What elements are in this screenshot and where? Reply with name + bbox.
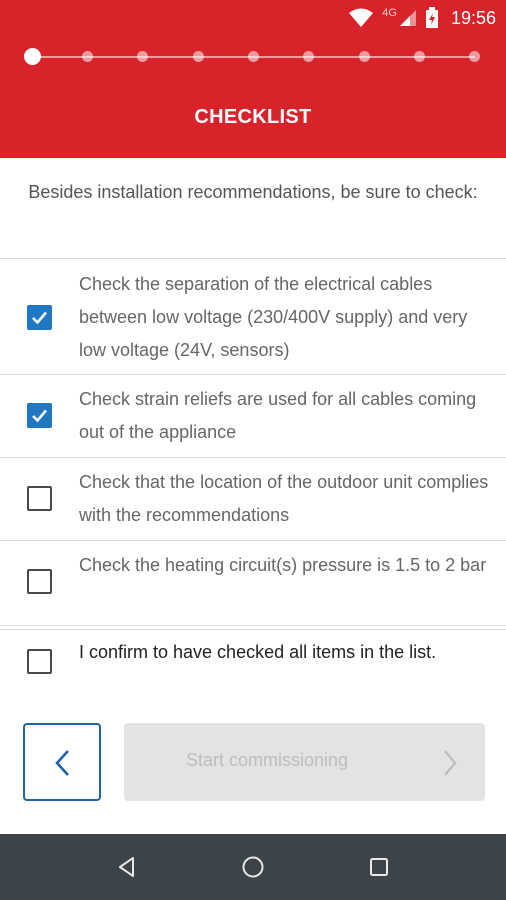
checklist-item[interactable]: Check strain reliefs are used for all ca… xyxy=(0,375,506,457)
checklist-item[interactable]: Check the heating circuit(s) pressure is… xyxy=(0,541,506,623)
app-header: 4G 19:56 CHECKLIST xyxy=(0,0,506,158)
checklist-item-label: Check the separation of the electrical c… xyxy=(79,274,468,360)
wifi-icon xyxy=(349,8,374,27)
step-dot xyxy=(469,51,480,62)
page-title: CHECKLIST xyxy=(194,106,312,128)
confirm-checkbox[interactable] xyxy=(27,649,52,674)
checklist-item[interactable]: Check the separation of the electrical c… xyxy=(0,259,506,374)
chevron-right-icon xyxy=(444,750,457,776)
step-dot xyxy=(303,51,314,62)
confirm-item[interactable]: I confirm to have checked all items in t… xyxy=(0,630,506,710)
back-triangle-icon[interactable] xyxy=(112,852,142,882)
divider xyxy=(0,625,506,626)
battery-charging-icon xyxy=(425,7,438,28)
step-dot xyxy=(82,51,93,62)
status-icons: 4G 19:56 xyxy=(348,6,496,30)
step-dot xyxy=(137,51,148,62)
back-button[interactable] xyxy=(23,723,101,801)
checkbox-unchecked[interactable] xyxy=(27,569,52,594)
recents-square-icon[interactable] xyxy=(364,852,394,882)
checklist-item-label: Check that the location of the outdoor u… xyxy=(79,472,489,525)
network-type-label: 4G xyxy=(382,7,397,19)
checkbox-unchecked[interactable] xyxy=(27,486,52,511)
checklist-item-label: Check strain reliefs are used for all ca… xyxy=(79,389,477,442)
checkmark-icon xyxy=(32,409,47,423)
checkbox-checked[interactable] xyxy=(27,305,52,330)
step-dot-current xyxy=(24,48,41,65)
step-dot xyxy=(359,51,370,62)
checklist-item-label: Check the heating circuit(s) pressure is… xyxy=(79,555,487,575)
checkmark-icon xyxy=(32,311,47,325)
start-commissioning-button[interactable]: Start commissioning xyxy=(124,723,485,801)
start-commissioning-label: Start commissioning xyxy=(186,750,349,770)
step-dot xyxy=(414,51,425,62)
home-circle-icon[interactable] xyxy=(238,852,268,882)
clock: 19:56 xyxy=(450,7,496,28)
progress-stepper xyxy=(24,48,480,65)
status-bar: 4G 19:56 xyxy=(0,0,506,36)
step-dot xyxy=(248,51,259,62)
checklist-item[interactable]: Check that the location of the outdoor u… xyxy=(0,458,506,540)
checkbox-checked[interactable] xyxy=(27,403,52,428)
system-nav-bar xyxy=(0,834,506,900)
chevron-left-icon xyxy=(55,750,69,776)
step-dot xyxy=(193,51,204,62)
confirm-label: I confirm to have checked all items in t… xyxy=(79,642,437,662)
intro-text: Besides installation recommendations, be… xyxy=(28,182,478,202)
cell-signal-icon xyxy=(399,10,416,26)
